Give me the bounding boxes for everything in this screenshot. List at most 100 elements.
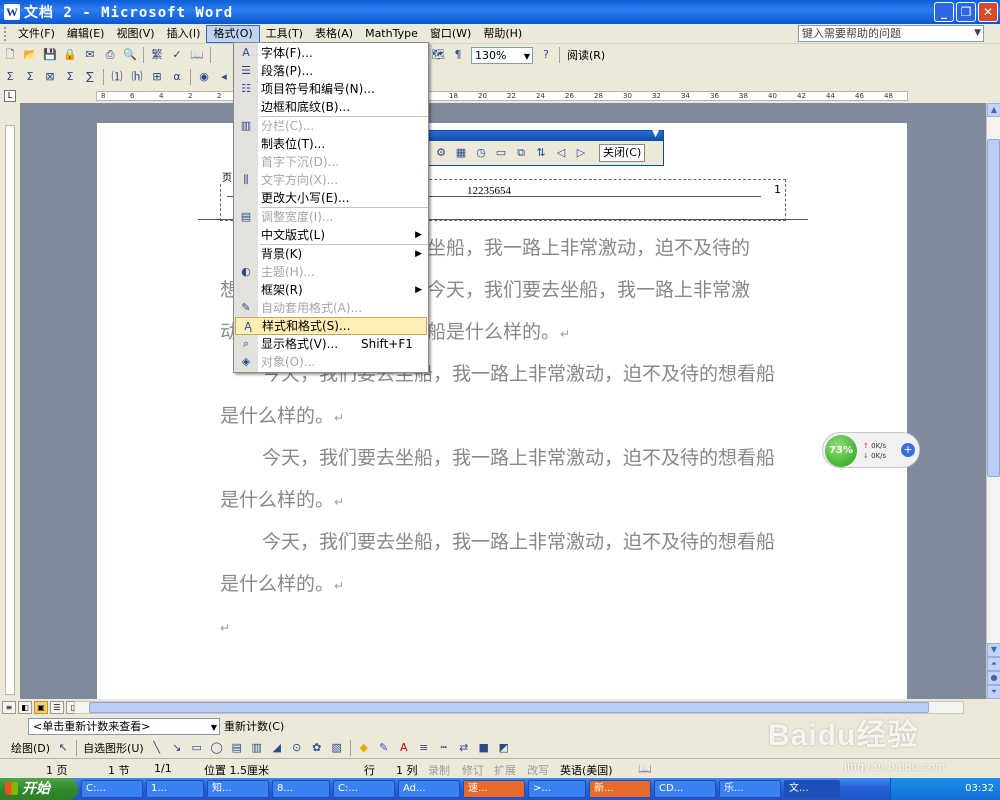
taskbar-button[interactable]: C:...: [81, 780, 143, 798]
text-line[interactable]: 今天，我们要去坐船，我一路上非常激: [427, 269, 787, 311]
spelling-icon[interactable]: ✓: [169, 47, 185, 63]
chevron-down-icon[interactable]: ▼: [211, 720, 217, 735]
diagram-icon[interactable]: ⊙: [289, 740, 305, 756]
research-icon[interactable]: 📖: [189, 47, 205, 63]
picture-icon[interactable]: ▧: [329, 740, 345, 756]
permission-icon[interactable]: 🔒: [62, 47, 78, 63]
paragraph-text[interactable]: 今天，我们要去坐船，我一路上非常激动，迫不及待的想看船是什么样的。: [220, 531, 775, 595]
menu-item[interactable]: 制表位(T)...: [234, 135, 428, 153]
scroll-thumb[interactable]: [987, 139, 1000, 477]
restore-button[interactable]: ❐: [956, 2, 976, 22]
chevron-down-icon[interactable]: ▼: [652, 129, 659, 139]
scroll-up-arrow-icon[interactable]: ▲: [987, 103, 1000, 117]
paren-number-icon[interactable]: ⑴: [109, 69, 125, 85]
taskbar-button[interactable]: 新...: [589, 780, 651, 798]
3d-icon[interactable]: ◩: [496, 740, 512, 756]
netspeed-widget[interactable]: 73% ↑ 0K/s ↓ 0K/s +: [822, 432, 920, 468]
status-track[interactable]: 修订: [462, 762, 484, 778]
menu-item[interactable]: ☷ 项目符号和编号(N)...: [234, 80, 428, 98]
next-icon[interactable]: ▷: [573, 145, 589, 161]
select-browse-object-icon[interactable]: ●: [987, 671, 1000, 685]
insert-break-icon[interactable]: ⊞: [149, 69, 165, 85]
taskbar-button[interactable]: Ad...: [398, 780, 460, 798]
page[interactable]: 12235654 1 页 坐船，我一路上非常激动，迫不及待的 想 今天，我们要去…: [97, 123, 907, 699]
help-search-input[interactable]: 键入需要帮助的问题 ▼: [798, 25, 984, 42]
header-close-button[interactable]: 关闭(C): [599, 144, 646, 162]
horizontal-scrollbar[interactable]: [74, 701, 964, 714]
menubar-grip[interactable]: [4, 26, 8, 41]
menu-help[interactable]: 帮助(H): [477, 25, 528, 43]
empty-paragraph[interactable]: ↵: [220, 605, 786, 649]
vertical-ruler[interactable]: [5, 125, 15, 695]
save-icon[interactable]: 💾: [42, 47, 58, 63]
menu-tools[interactable]: 工具(T): [260, 25, 309, 43]
normal-view-icon[interactable]: ≡: [2, 700, 16, 714]
word-count-select[interactable]: <单击重新计数来查看> ▼: [28, 717, 220, 735]
dash-style-icon[interactable]: ┅: [436, 740, 452, 756]
switch-header-footer-icon[interactable]: ⇅: [533, 145, 549, 161]
select-objects-icon[interactable]: ↖: [55, 740, 71, 756]
taskbar-button[interactable]: 知...: [207, 780, 269, 798]
font-color-icon[interactable]: A: [396, 740, 412, 756]
sum-box-icon[interactable]: ⊠: [42, 69, 58, 85]
open-icon[interactable]: 📂: [22, 47, 38, 63]
zoom-select[interactable]: 130% ▼: [471, 46, 533, 64]
line-color-icon[interactable]: ✎: [376, 740, 392, 756]
text-run[interactable]: 船是什么样的。: [427, 321, 560, 343]
vertical-text-box-icon[interactable]: ▥: [249, 740, 265, 756]
arrow-style-icon[interactable]: ⇄: [456, 740, 472, 756]
show-text-icon[interactable]: ▭: [493, 145, 509, 161]
taskbar-button[interactable]: CD...: [654, 780, 716, 798]
show-hide-icon[interactable]: ¶: [450, 47, 466, 63]
draw-menu-button[interactable]: 绘图(D): [8, 740, 53, 756]
insert-date-icon[interactable]: ▦: [453, 145, 469, 161]
menu-item[interactable]: ⌕ 显示格式(V)... Shift+F1: [234, 335, 428, 353]
taskbar-button[interactable]: 1...: [146, 780, 204, 798]
close-button[interactable]: ✕: [978, 2, 998, 22]
taskbar-button[interactable]: >...: [528, 780, 586, 798]
format-equation-icon[interactable]: ⒣: [129, 69, 145, 85]
globe-icon[interactable]: ◉: [196, 69, 212, 85]
taskbar-button[interactable]: 速...: [463, 780, 525, 798]
same-as-previous-icon[interactable]: ⧉: [513, 145, 529, 161]
line-style-icon[interactable]: ≡: [416, 740, 432, 756]
menu-insert[interactable]: 插入(I): [161, 25, 207, 43]
new-document-icon[interactable]: 🗋: [2, 47, 18, 63]
next-page-icon[interactable]: ⏷: [987, 685, 1000, 699]
chevron-down-icon[interactable]: ▼: [524, 49, 530, 64]
vertical-scrollbar[interactable]: ▲ ▼ ⏶ ● ⏷: [986, 103, 1000, 699]
menu-item[interactable]: Ą 样式和格式(S)...: [235, 317, 427, 335]
line-icon[interactable]: ╲: [149, 740, 165, 756]
menu-item[interactable]: 边框和底纹(B)...: [234, 98, 428, 116]
paragraph[interactable]: 今天，我们要去坐船，我一路上非常激动，迫不及待的想看船是什么样的。↵: [220, 521, 786, 607]
document-canvas[interactable]: 12235654 1 页 坐船，我一路上非常激动，迫不及待的 想 今天，我们要去…: [20, 103, 986, 699]
start-button[interactable]: 开始: [0, 778, 78, 800]
help-icon[interactable]: ?: [538, 47, 554, 63]
menu-item[interactable]: 框架(R) ▶: [234, 281, 428, 299]
toolbar-titlebar[interactable]: ▼: [411, 129, 663, 141]
menu-file[interactable]: 文件(F): [12, 25, 61, 43]
menu-item[interactable]: 更改大小写(E)...: [234, 189, 428, 207]
autoshapes-button[interactable]: 自选图形(U): [80, 740, 147, 756]
taskbar-button[interactable]: 8...: [272, 780, 330, 798]
web-layout-icon[interactable]: ◧: [18, 700, 32, 714]
menu-item[interactable]: A 字体(F)...: [234, 44, 428, 62]
menu-window[interactable]: 窗口(W): [424, 25, 477, 43]
print-layout-icon[interactable]: ▣: [34, 700, 48, 714]
document-map-icon[interactable]: 🗺: [430, 47, 446, 63]
traditional-chinese-icon[interactable]: 繁: [149, 47, 165, 63]
menu-view[interactable]: 视图(V): [110, 25, 160, 43]
clock[interactable]: 03:32: [965, 783, 994, 794]
menu-mathtype[interactable]: MathType: [359, 25, 424, 43]
taskbar-button[interactable]: 乐...: [719, 780, 781, 798]
taskbar-button[interactable]: 文...: [784, 780, 840, 798]
hscroll-thumb[interactable]: [89, 702, 929, 713]
plus-icon[interactable]: +: [901, 443, 915, 457]
menu-format[interactable]: 格式(O): [206, 24, 260, 43]
outline-view-icon[interactable]: ☰: [50, 700, 64, 714]
chevron-down-icon[interactable]: ▼: [974, 26, 981, 41]
word-app-icon[interactable]: W: [4, 4, 20, 20]
taskbar-button[interactable]: C:...: [333, 780, 395, 798]
status-overtype[interactable]: 改写: [527, 762, 549, 778]
paragraph[interactable]: 今天，我们要去坐船，我一路上非常激动，迫不及待的想看船是什么样的。↵: [220, 437, 786, 523]
